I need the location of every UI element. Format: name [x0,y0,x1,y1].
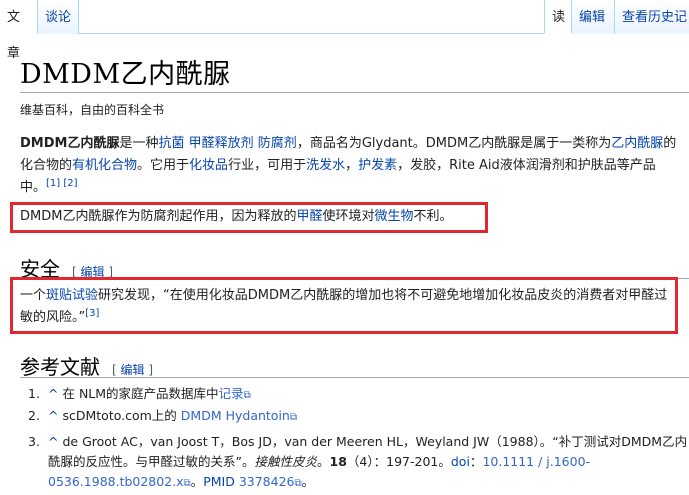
external-link-icon: ⧉ [294,478,302,489]
reference-text: 。 [301,474,315,489]
pmid-link[interactable]: 3378426 [239,474,295,489]
tab-bar: 文章 谈论 读 编辑 查看历史记 [0,0,689,61]
journal-volume: 18 [329,454,347,469]
tab-article-label: 文章 [7,10,21,61]
reference-backlink[interactable]: ^ [48,408,58,423]
reference-text: （4）：197-201。 [346,454,451,469]
link-shampoo[interactable]: 洗发水 [306,158,345,173]
mechanism-text: 不利。 [413,209,453,224]
link-organic-compound[interactable]: 有机化合物 [72,158,137,173]
tab-read-label: 读 [552,10,566,25]
section-heading-references: 参考文献 [ 编辑 ] [20,351,153,380]
intro-text: ，商品名为Glydant。DMDM乙内酰脲是属于一类称为 [296,136,612,151]
reference-item: 3. ^ de Groot AC，van Joost T，Bos JD，van … [28,432,688,494]
safety-text: 一个 [20,288,47,303]
tab-history[interactable]: 查看历史记 [615,0,689,34]
link-patch-test[interactable]: 斑贴试验 [46,288,98,303]
doi-label-link[interactable]: doi [451,454,470,469]
reference-number: 3. [28,434,40,449]
reference-text: 。 [190,474,204,489]
ref-link-1[interactable]: [1] [46,178,60,189]
mechanism-text: DMDM乙内酰脲作为防腐剂起作用，因为释放的 [20,209,297,224]
external-link-icon: ⧉ [289,412,297,423]
safety-paragraph: 一个斑贴试验研究发现，“在使用化妆品DMDM乙内酰脲的增加也将不可避免地增加化妆… [20,285,678,329]
section-divider [20,377,689,378]
edit-bracket-close: ] [148,363,154,377]
reference-number: 2. [28,408,40,423]
intro-text: 行业，可用于 [228,158,307,173]
intro-text: 是一种 [119,136,159,151]
link-hydantoin[interactable]: 乙内酰脲 [611,136,663,151]
tab-history-label: 查看历史记 [622,10,688,25]
link-microorganism[interactable]: 微生物 [375,209,414,224]
pmid-label-link[interactable]: PMID [203,474,235,489]
intro-text: ， [345,158,359,173]
tab-talk-label: 谈论 [45,10,72,25]
section-title-references: 参考文献 [20,355,100,379]
tab-edit[interactable]: 编辑 [572,0,615,34]
tagline: 维基百科，自由的百科全书 [20,103,165,117]
reference-item: 1. ^ 在 NLM的家庭产品数据库中记录⧉ [28,384,688,406]
intro-text: 。它用于 [137,158,190,173]
ref-link-3[interactable]: [3] [85,308,99,319]
link-preservative[interactable]: 防腐剂 [258,136,297,151]
edit-link-references[interactable]: 编辑 [121,363,145,377]
reference-backlink[interactable]: ^ [48,434,58,449]
page-title: DMDM乙内酰脲 [20,59,231,90]
external-link-icon: ⧉ [183,478,191,489]
link-cosmetics[interactable]: 化妆品 [189,158,228,173]
link-formaldehyde[interactable]: 甲醛 [296,209,322,224]
mechanism-paragraph: DMDM乙内酰脲作为防腐剂起作用，因为释放的甲醛使环境对微生物不利。 [20,206,680,228]
journal-name: 接触性皮炎 [254,454,317,469]
section-edit-references: [ 编辑 ] [112,363,153,377]
intro-paragraph: DMDM乙内酰脲是一种抗菌 甲醛释放剂 防腐剂，商品名为Glydant。DMDM… [20,133,680,199]
reference-text: ： [469,454,483,469]
link-conditioner[interactable]: 护发素 [358,158,397,173]
tab-read[interactable]: 读 [544,0,572,34]
link-formaldehyde-releaser[interactable]: 甲醛释放剂 [189,136,254,151]
title-divider [20,92,689,93]
reference-text: 。 [317,454,330,469]
reference-text: 在 NLM的家庭产品数据库中 [62,386,219,401]
link-antibacterial[interactable]: 抗菌 [158,136,184,151]
article-subject: DMDM乙内酰脲 [20,136,120,151]
safety-text: 研究发现，“在使用化妆品DMDM乙内酰脲的增加也将不可避免地增加化妆品皮炎的消费… [20,288,668,325]
edit-bracket-open: [ [112,363,117,377]
external-link-icon: ⧉ [243,390,251,401]
reference-item: 2. ^ scDMtoto.com上的 DMDM Hydantoin⧉ [28,406,688,428]
ref-link-2[interactable]: [2] [63,178,77,189]
tab-article[interactable]: 文章 [0,0,38,61]
mechanism-text: 使环境对 [322,209,375,224]
reference-list: 1. ^ 在 NLM的家庭产品数据库中记录⧉ 2. ^ scDMtoto.com… [28,384,688,494]
reference-external-link[interactable]: 记录 [219,386,244,401]
reference-text: scDMtoto.com上的 [62,408,181,423]
reference-backlink[interactable]: ^ [48,386,58,401]
reference-external-link[interactable]: DMDM Hydantoin [181,408,290,423]
tab-edit-label: 编辑 [579,10,606,25]
reference-number: 1. [28,386,40,401]
tab-talk[interactable]: 谈论 [38,0,79,34]
